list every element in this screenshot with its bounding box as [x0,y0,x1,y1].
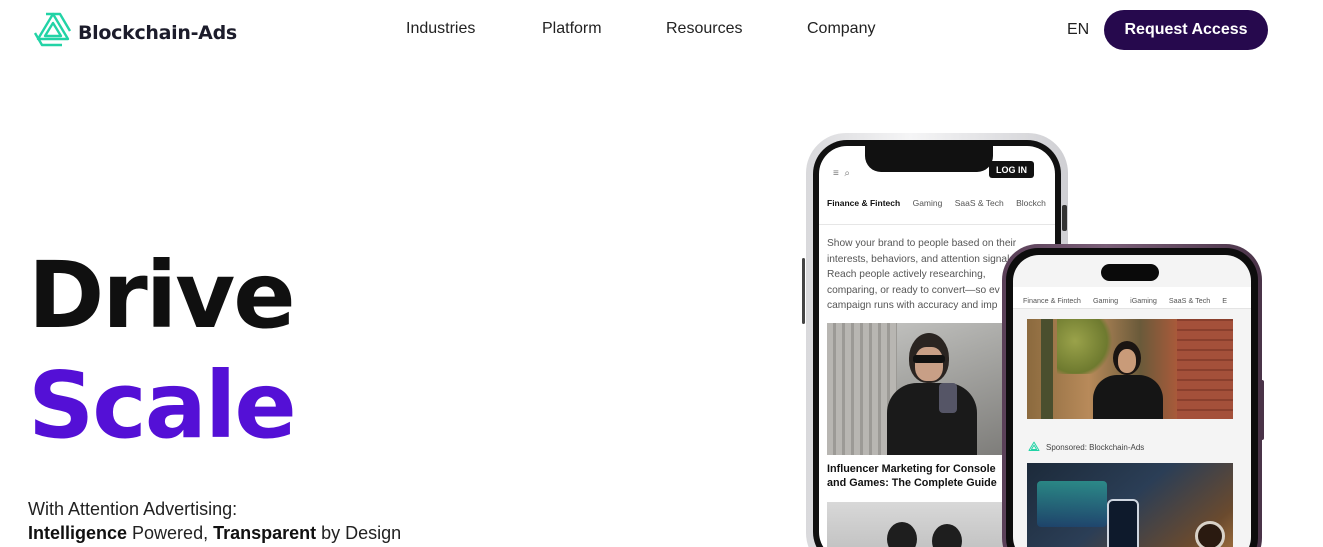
brick-wall [1177,319,1233,419]
sponsored-label: Sponsored: Blockchain-Ads [1027,441,1144,454]
phone-mockup-front: Finance & Fintech Gaming iGaming SaaS & … [1002,244,1262,547]
woman-with-phone-graphic [887,333,977,455]
blockchain-ads-logo-icon [1028,441,1040,451]
hero-heading-line2: Scale [28,352,297,459]
blockchain-ads-logo-icon [32,11,74,54]
request-access-button[interactable]: Request Access [1104,10,1268,50]
person-face [915,347,943,381]
article-photo [827,323,1017,455]
phone-tab: Gaming [912,198,943,208]
hero-tagline: Intelligence Powered, Transparent by Des… [28,523,401,544]
tagline-middle: Powered, [127,523,214,543]
page: Blockchain-Ads Industries Platform Resou… [0,0,1323,547]
menu-search-icons: ≡ ⌕ [833,168,850,179]
dashboard-screen-graphic [1037,481,1107,527]
nav-item-industries[interactable]: Industries [406,20,475,38]
coffee-cup-graphic [1195,521,1225,547]
sunglasses [913,355,945,363]
dynamic-island [1101,264,1159,281]
tagline-bold-intelligence: Intelligence [28,523,128,543]
phone-side-button [1062,205,1067,231]
phone-login-button: LOG IN [989,161,1034,178]
tagline-end: by Design [316,523,402,543]
lamp-pole [1041,319,1053,419]
phone-side-button [802,258,805,324]
phone-category-tabs: Finance & Fintech Gaming SaaS & Tech Blo… [827,198,1055,220]
article-title: Influencer Marketing for Console and Gam… [827,463,997,489]
smartphone-graphic [1107,499,1139,547]
phone-tab: E [1222,296,1228,305]
phone-bezel: Finance & Fintech Gaming iGaming SaaS & … [1006,248,1258,547]
ad-photo [1027,319,1233,419]
ad-photo-2 [1027,463,1233,547]
tab-divider [819,224,1055,225]
phone-side-button [1260,380,1264,440]
nav-item-platform[interactable]: Platform [542,20,602,38]
article-photo-2 [827,502,1017,547]
nav-item-resources[interactable]: Resources [666,20,742,38]
logo-text: Blockchain-Ads [78,21,237,44]
phone-tab: Finance & Fintech [1023,296,1081,305]
person-body [1093,375,1163,419]
hero-heading-line1: Drive [28,242,296,349]
site-header: Blockchain-Ads Industries Platform Resou… [0,0,1323,62]
phone-tab: Finance & Fintech [827,198,901,208]
hero-subtitle: With Attention Advertising: [28,499,238,519]
nav-item-company[interactable]: Company [807,20,875,38]
tagline-bold-transparent: Transparent [213,523,317,543]
logo[interactable]: Blockchain-Ads [32,11,237,54]
person-body [887,383,977,455]
smartphone-graphic [939,383,957,413]
phone-tab: Blockch [1016,198,1046,208]
person-head [887,522,917,547]
phone-category-tabs: Finance & Fintech Gaming iGaming SaaS & … [1013,287,1251,309]
tree-foliage [1057,319,1117,374]
phone-screen: Finance & Fintech Gaming iGaming SaaS & … [1013,255,1251,547]
language-selector[interactable]: EN [1067,21,1089,39]
phone-tab: iGaming [1130,296,1157,305]
phone-tab: Gaming [1092,296,1119,305]
person-head [932,524,962,547]
sponsored-text: Sponsored: Blockchain-Ads [1046,443,1145,452]
phone-tab: SaaS & Tech [954,198,1004,208]
phone-notch [865,146,993,172]
phone-tab: SaaS & Tech [1168,296,1211,305]
person-face [1118,349,1136,373]
